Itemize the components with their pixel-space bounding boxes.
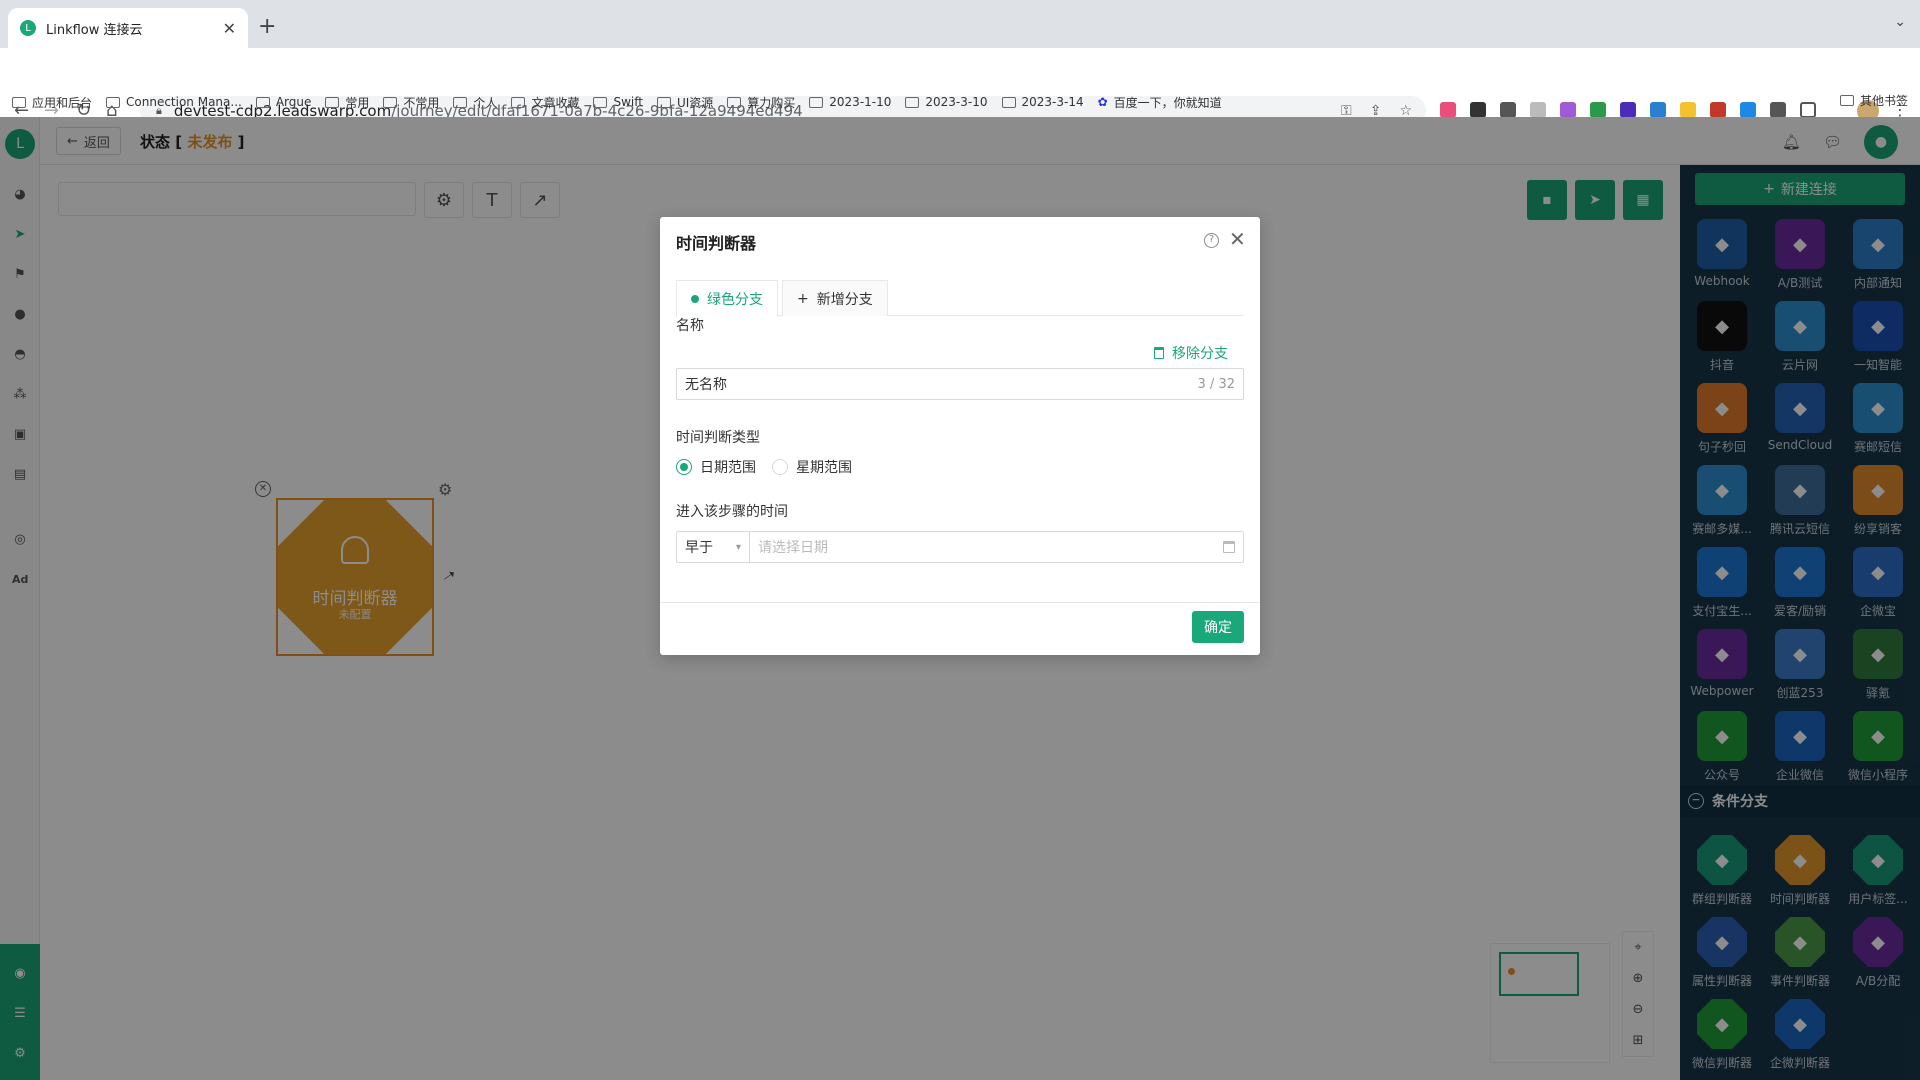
folder-icon <box>12 96 26 108</box>
name-input[interactable]: 无名称 3 / 32 <box>676 368 1244 400</box>
radio-label: 日期范围 <box>700 460 756 476</box>
branch-tabs: 绿色分支 + 新增分支 <box>676 280 1244 317</box>
folder-icon <box>383 96 398 108</box>
browser-tab-bar: L Linkflow 连接云 ✕ + ⌄ <box>0 0 1920 48</box>
bookmark-folder[interactable]: 个人 <box>453 94 497 111</box>
close-icon[interactable]: ✕ <box>1229 227 1246 251</box>
tab-label: 绿色分支 <box>707 292 763 308</box>
tab-title: Linkflow 连接云 <box>46 22 143 38</box>
bookmark-folder[interactable]: 2023-3-14 <box>1001 95 1084 109</box>
folder-icon <box>106 96 121 108</box>
folder-icon <box>809 96 824 108</box>
folder-icon <box>905 96 920 108</box>
bookmark-folder[interactable]: UI资源 <box>656 94 713 111</box>
radio-checked-icon[interactable] <box>676 459 692 475</box>
help-icon[interactable]: ? <box>1204 233 1219 248</box>
folder-icon <box>727 96 742 108</box>
new-tab-icon[interactable]: + <box>258 14 276 39</box>
tab-search-icon[interactable]: ⌄ <box>1894 14 1906 30</box>
enter-time-label: 进入该步骤的时间 <box>676 504 788 520</box>
tab-label: 新增分支 <box>816 291 873 308</box>
date-picker-input[interactable]: 请选择日期 <box>750 531 1244 563</box>
char-count: 3 / 32 <box>1197 376 1235 392</box>
radio-week-range[interactable]: 星期范围 <box>772 457 852 477</box>
trash-icon <box>1154 347 1164 359</box>
folder-icon <box>593 96 608 108</box>
date-condition-row: 早于 ▾ 请选择日期 <box>676 531 1244 563</box>
plus-icon: + <box>797 290 809 307</box>
date-placeholder: 请选择日期 <box>758 540 828 556</box>
bookmark-folder[interactable]: 应用和后台 <box>12 94 92 111</box>
compare-select[interactable]: 早于 ▾ <box>676 531 750 563</box>
name-input-value: 无名称 <box>685 377 727 393</box>
calendar-icon[interactable] <box>1223 541 1235 553</box>
bookmark-folder[interactable]: 2023-1-10 <box>809 95 891 109</box>
tab-close-icon[interactable]: ✕ <box>223 19 236 38</box>
bookmark-link[interactable]: ✿ 百度一下，你就知道 <box>1098 94 1222 111</box>
bookmark-folder[interactable]: Swift <box>593 95 643 109</box>
type-radio-group: 日期范围 星期范围 <box>676 457 852 477</box>
folder-icon <box>453 96 468 108</box>
type-label: 时间判断类型 <box>676 430 760 446</box>
tab-add-branch[interactable]: + 新增分支 <box>782 280 888 316</box>
bookmark-folder[interactable]: 2023-3-10 <box>905 95 988 109</box>
folder-icon <box>255 96 270 108</box>
modal-title: 时间判断器 <box>676 234 757 253</box>
bookmark-folder[interactable]: Connection Mana... <box>106 95 242 109</box>
bookmark-folder[interactable]: 不常用 <box>383 94 439 111</box>
other-bookmarks[interactable]: 其他书签 <box>1839 92 1908 109</box>
name-label: 名称 <box>676 318 704 334</box>
radio-label: 星期范围 <box>796 460 852 476</box>
modal-footer: 确定 <box>660 602 1260 655</box>
radio-unchecked-icon[interactable] <box>772 459 788 475</box>
bookmarks-bar: 应用和后台 Connection Mana... Argue 常用 不常用 个人… <box>0 88 1920 116</box>
radio-date-range[interactable]: 日期范围 <box>676 457 756 477</box>
bookmark-folder[interactable]: 文章收藏 <box>511 94 579 111</box>
folder-icon <box>656 96 671 108</box>
bookmark-folder[interactable]: 算力购买 <box>727 94 795 111</box>
compare-select-value: 早于 <box>685 540 713 556</box>
folder-icon <box>1001 96 1016 108</box>
baidu-paw-icon: ✿ <box>1097 95 1108 109</box>
folder-icon <box>511 96 526 108</box>
time-judge-modal: 时间判断器 ? ✕ 绿色分支 + 新增分支 名称 移除分支 无名称 3 / 32… <box>660 217 1260 655</box>
tab-green-branch[interactable]: 绿色分支 <box>676 280 778 317</box>
bookmark-folder[interactable]: 常用 <box>325 94 369 111</box>
browser-tab[interactable]: L Linkflow 连接云 ✕ <box>8 8 248 48</box>
bookmark-folder[interactable]: Argue <box>255 95 311 109</box>
remove-branch-button[interactable]: 移除分支 <box>1154 343 1228 363</box>
folder-icon <box>325 96 340 108</box>
ok-button[interactable]: 确定 <box>1192 611 1244 643</box>
remove-branch-label: 移除分支 <box>1172 346 1228 362</box>
folder-icon <box>1839 95 1854 106</box>
linkflow-favicon-icon: L <box>20 20 36 36</box>
green-dot-icon <box>691 295 699 303</box>
chevron-down-icon: ▾ <box>735 541 741 553</box>
